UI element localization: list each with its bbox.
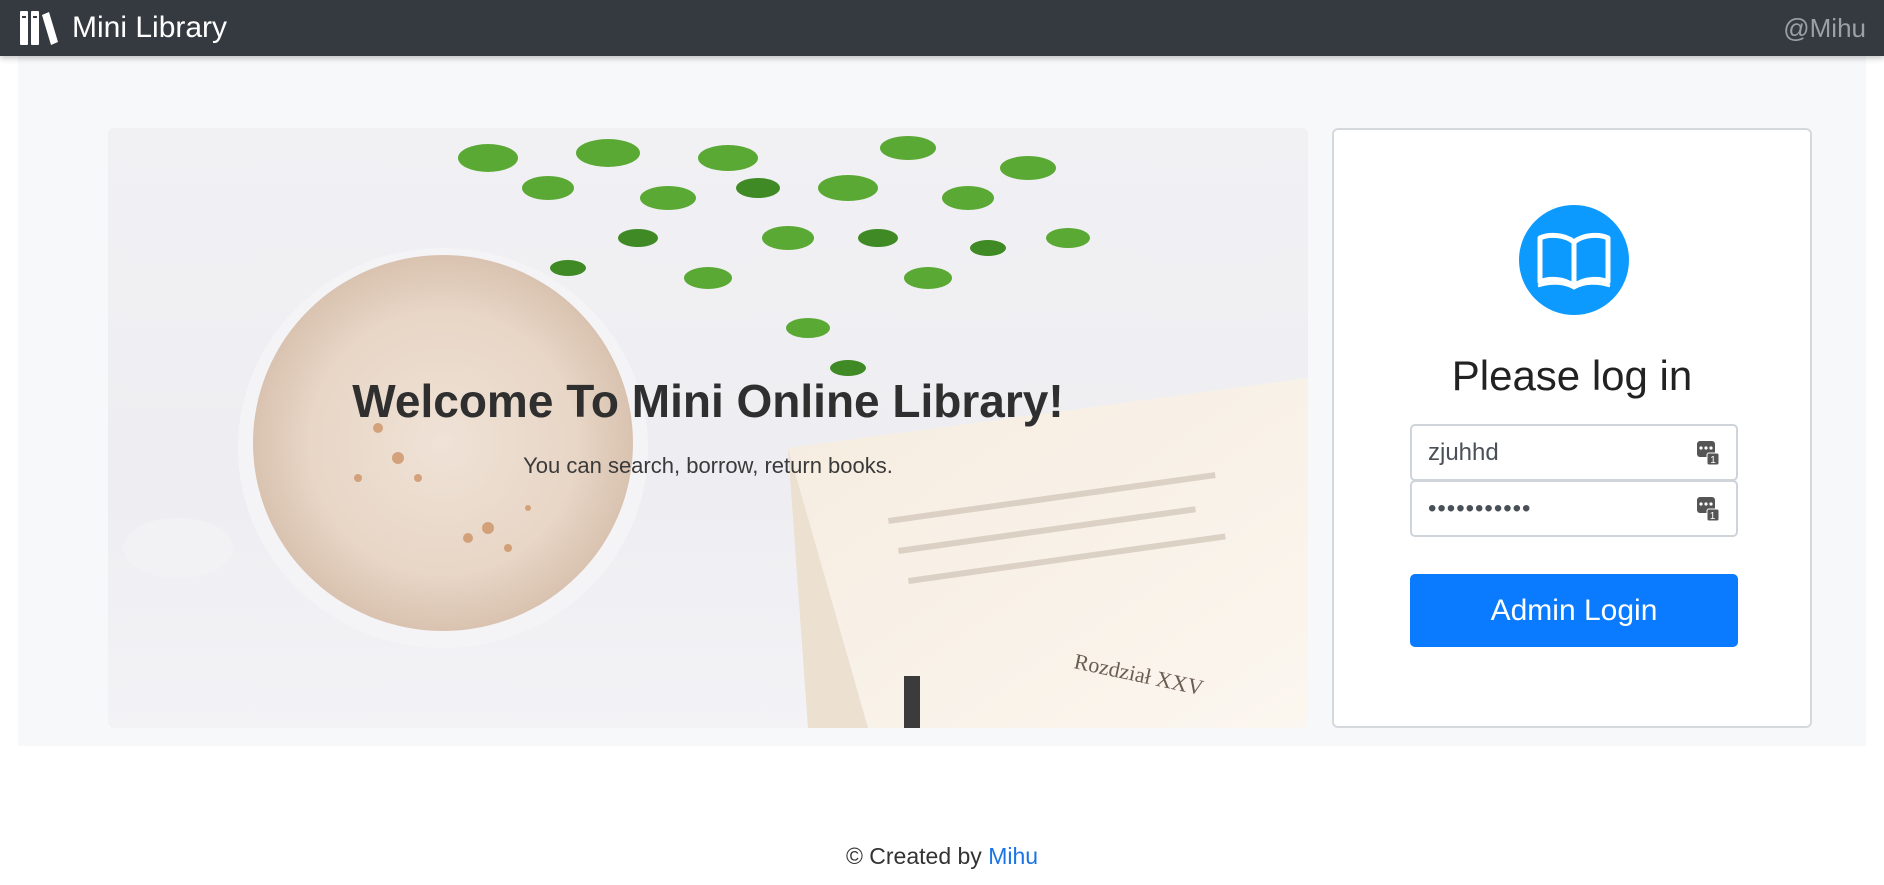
- password-input[interactable]: ••••••••••• 1: [1410, 480, 1738, 537]
- password-manager-key-icon[interactable]: 1: [1696, 440, 1720, 466]
- footer-author-link[interactable]: Mihu: [988, 843, 1038, 869]
- navbar: Mini Library @Mihu: [0, 0, 1884, 56]
- hero-banner: Rozdział XXV Welcome To Mini Online Libr…: [108, 128, 1308, 728]
- svg-text:1: 1: [1710, 511, 1717, 522]
- hero-subtitle: You can search, borrow, return books.: [523, 453, 893, 478]
- brand-title: Mini Library: [72, 11, 228, 44]
- password-value: •••••••••••: [1428, 494, 1532, 522]
- username-input[interactable]: zjuhhd 1: [1410, 424, 1738, 481]
- hero-background-image: Rozdział XXV: [123, 136, 1308, 728]
- user-handle[interactable]: @Mihu: [1783, 13, 1866, 44]
- login-title: Please log in: [1451, 352, 1693, 399]
- svg-text:1: 1: [1710, 455, 1716, 466]
- admin-login-button[interactable]: Admin Login: [1410, 574, 1738, 647]
- hero-title: Welcome To Mini Online Library!: [352, 375, 1064, 427]
- footer-prefix: © Created by: [845, 843, 989, 869]
- books-icon: [18, 7, 60, 49]
- jumbotron: Rozdział XXV Welcome To Mini Online Libr…: [18, 56, 1866, 746]
- open-book-icon: [1519, 205, 1629, 315]
- username-value: zjuhhd: [1428, 438, 1499, 466]
- brand-link[interactable]: Mini Library: [18, 7, 227, 49]
- footer: © Created by Mihu: [0, 843, 1884, 870]
- login-card: Please log in zjuhhd 1 ••••••••••• 1 Adm…: [1332, 128, 1812, 728]
- password-manager-key-icon[interactable]: 1: [1696, 496, 1720, 522]
